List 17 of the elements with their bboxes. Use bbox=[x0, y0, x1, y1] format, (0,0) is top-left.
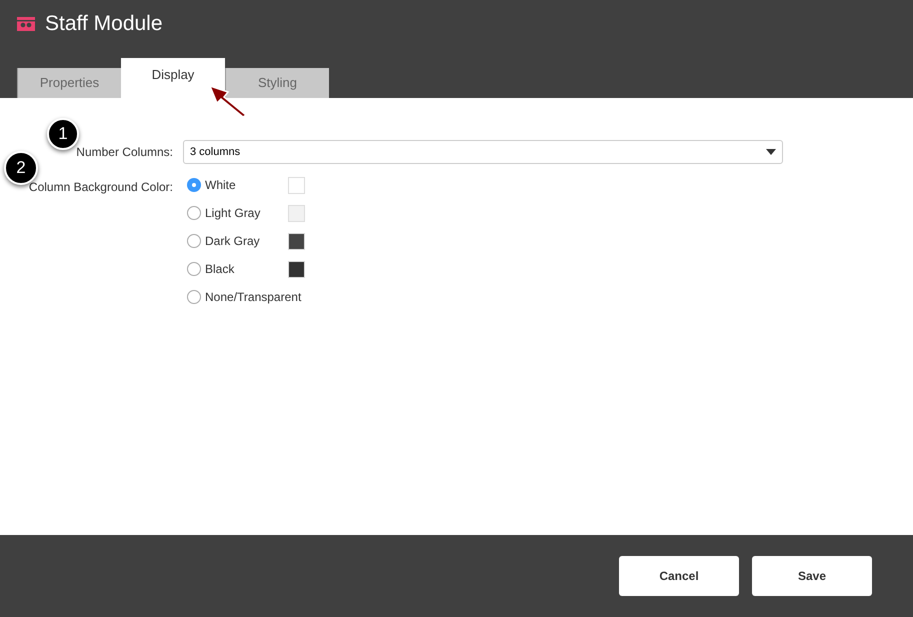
option-label: White bbox=[205, 177, 237, 194]
window-title: Staff Module bbox=[45, 11, 163, 38]
option-label: Black bbox=[205, 261, 236, 278]
option-label: Light Gray bbox=[205, 205, 262, 222]
module-logo-icon bbox=[17, 17, 35, 31]
radio-button[interactable] bbox=[187, 234, 201, 248]
option-label: Dark Gray bbox=[205, 233, 261, 250]
dropdown-caret-icon bbox=[766, 149, 776, 155]
tab[interactable]: Display bbox=[121, 58, 225, 98]
radio-button[interactable] bbox=[187, 178, 201, 192]
radio-button[interactable] bbox=[187, 206, 201, 220]
cancel-button[interactable]: Cancel bbox=[619, 556, 739, 596]
columns-dropdown[interactable]: 3 columns bbox=[183, 140, 783, 164]
save-button[interactable]: Save bbox=[752, 556, 872, 596]
radio-button[interactable] bbox=[187, 290, 201, 304]
option-label: None/Transparent bbox=[205, 289, 302, 306]
radio-button[interactable] bbox=[187, 262, 201, 276]
